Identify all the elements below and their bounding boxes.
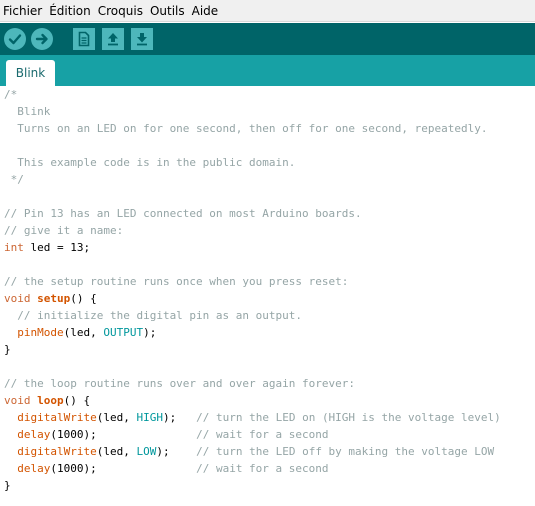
code-line-8: // Pin 13 has an LED connected on most A… xyxy=(4,207,362,220)
code-line-6: */ xyxy=(4,173,24,186)
arrow-right-icon xyxy=(35,33,48,45)
save-button[interactable] xyxy=(131,28,153,50)
menu-fichier[interactable]: Fichier xyxy=(3,0,42,22)
code-line-22: digitalWrite(led, LOW); // turn the LED … xyxy=(4,443,494,460)
code-line-19: void loop() { xyxy=(4,392,90,409)
constant: HIGH xyxy=(136,411,163,424)
constant: OUTPUT xyxy=(103,326,144,339)
function-name: digitalWrite xyxy=(17,411,97,424)
code-line-21: delay(1000); // wait for a second xyxy=(4,426,329,443)
code-text: led = 13; xyxy=(23,241,91,254)
menu-bar: Fichier Édition Croquis Outils Aide xyxy=(0,0,535,22)
code-comment: // turn the LED off by making the voltag… xyxy=(196,445,495,458)
code-text: (1000); xyxy=(50,428,197,441)
code-line-1: /* xyxy=(4,88,18,101)
code-comment: // wait for a second xyxy=(196,428,329,441)
code-line-14: // initialize the digital pin as an outp… xyxy=(4,309,303,322)
menu-outils[interactable]: Outils xyxy=(150,0,185,22)
keyword-type: void xyxy=(4,394,31,407)
code-line-23: delay(1000); // wait for a second xyxy=(4,460,329,477)
constant: LOW xyxy=(136,445,157,458)
menu-edition[interactable]: Édition xyxy=(49,0,91,22)
verify-button[interactable] xyxy=(4,28,26,50)
code-text: ); xyxy=(156,445,197,458)
code-line-5: This example code is in the public domai… xyxy=(4,156,296,169)
function-name: delay xyxy=(17,462,51,475)
arrow-down-icon xyxy=(137,33,147,46)
checkmark-icon xyxy=(8,34,22,45)
code-text: () { xyxy=(70,292,97,305)
function-name: setup xyxy=(37,292,71,305)
menu-croquis[interactable]: Croquis xyxy=(98,0,143,22)
menu-aide[interactable]: Aide xyxy=(192,0,219,22)
code-line-24: } xyxy=(4,479,11,492)
new-button[interactable] xyxy=(73,28,95,50)
arrow-up-icon xyxy=(108,33,118,46)
code-line-9: // give it a name: xyxy=(4,224,124,237)
code-text: (led, xyxy=(63,326,104,339)
code-text: (led, xyxy=(96,411,137,424)
function-name: pinMode xyxy=(17,326,64,339)
code-comment: // wait for a second xyxy=(196,462,329,475)
code-line-20: digitalWrite(led, HIGH); // turn the LED… xyxy=(4,409,501,426)
keyword-type: int xyxy=(4,241,24,254)
code-line-10: int led = 13; xyxy=(4,239,90,256)
code-line-3: Turns on an LED on for one second, then … xyxy=(4,122,488,135)
function-name: delay xyxy=(17,428,51,441)
code-line-12: // the setup routine runs once when you … xyxy=(4,275,349,288)
document-icon xyxy=(78,31,90,47)
function-name: digitalWrite xyxy=(17,445,97,458)
toolbar xyxy=(0,23,535,55)
code-comment: // turn the LED on (HIGH is the voltage … xyxy=(196,411,501,424)
open-button[interactable] xyxy=(102,28,124,50)
code-text: ); xyxy=(143,326,157,339)
code-line-13: void setup() { xyxy=(4,290,97,307)
function-name: loop xyxy=(37,394,64,407)
tab-blink[interactable]: Blink xyxy=(6,60,55,86)
code-line-15: pinMode(led, OUTPUT); xyxy=(4,324,156,341)
tab-strip: Blink xyxy=(0,55,535,86)
upload-button[interactable] xyxy=(31,28,53,50)
code-text: ); xyxy=(162,411,197,424)
code-text: () { xyxy=(63,394,91,407)
code-line-2: Blink xyxy=(4,105,51,118)
code-line-16: } xyxy=(4,343,11,356)
code-line-18: // the loop routine runs over and over a… xyxy=(4,377,355,390)
code-text: (led, xyxy=(96,445,137,458)
code-text: (1000); xyxy=(50,462,197,475)
keyword-type: void xyxy=(4,292,31,305)
code-editor[interactable]: /* Blink Turns on an LED on for one seco… xyxy=(0,86,535,506)
